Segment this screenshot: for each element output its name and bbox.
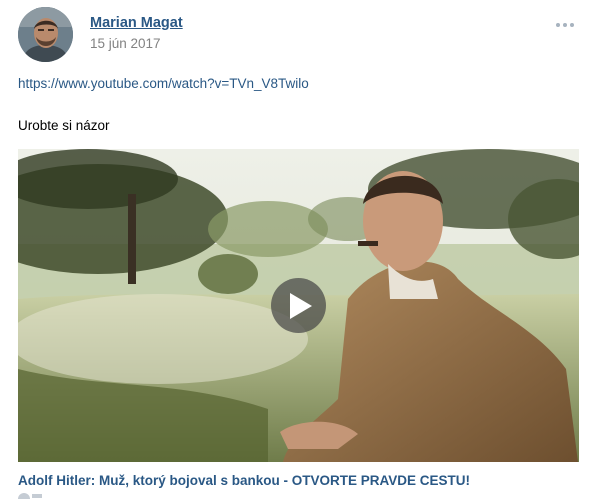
- video-thumbnail[interactable]: [18, 149, 579, 462]
- play-icon: [290, 292, 312, 319]
- play-button[interactable]: [271, 278, 326, 333]
- ellipsis-icon: [563, 23, 567, 27]
- post-url-link[interactable]: https://www.youtube.com/watch?v=TVn_V8Tw…: [18, 76, 309, 91]
- views-counter: [18, 492, 138, 499]
- post-date[interactable]: 15 jún 2017: [90, 36, 161, 51]
- video-title-link[interactable]: Adolf Hitler: Muž, ktorý bojoval s banko…: [18, 473, 470, 488]
- more-options-button[interactable]: [552, 16, 578, 34]
- avatar-image: [18, 7, 73, 62]
- eye-icon: [18, 493, 30, 499]
- wall-post: Marian Magat 15 jún 2017 https://www.you…: [0, 0, 592, 499]
- views-count-partial: [32, 494, 42, 498]
- author-avatar[interactable]: [18, 7, 73, 62]
- author-name-link[interactable]: Marian Magat: [90, 15, 183, 31]
- ellipsis-icon: [570, 23, 574, 27]
- ellipsis-icon: [556, 23, 560, 27]
- post-text: Urobte si názor: [18, 118, 110, 133]
